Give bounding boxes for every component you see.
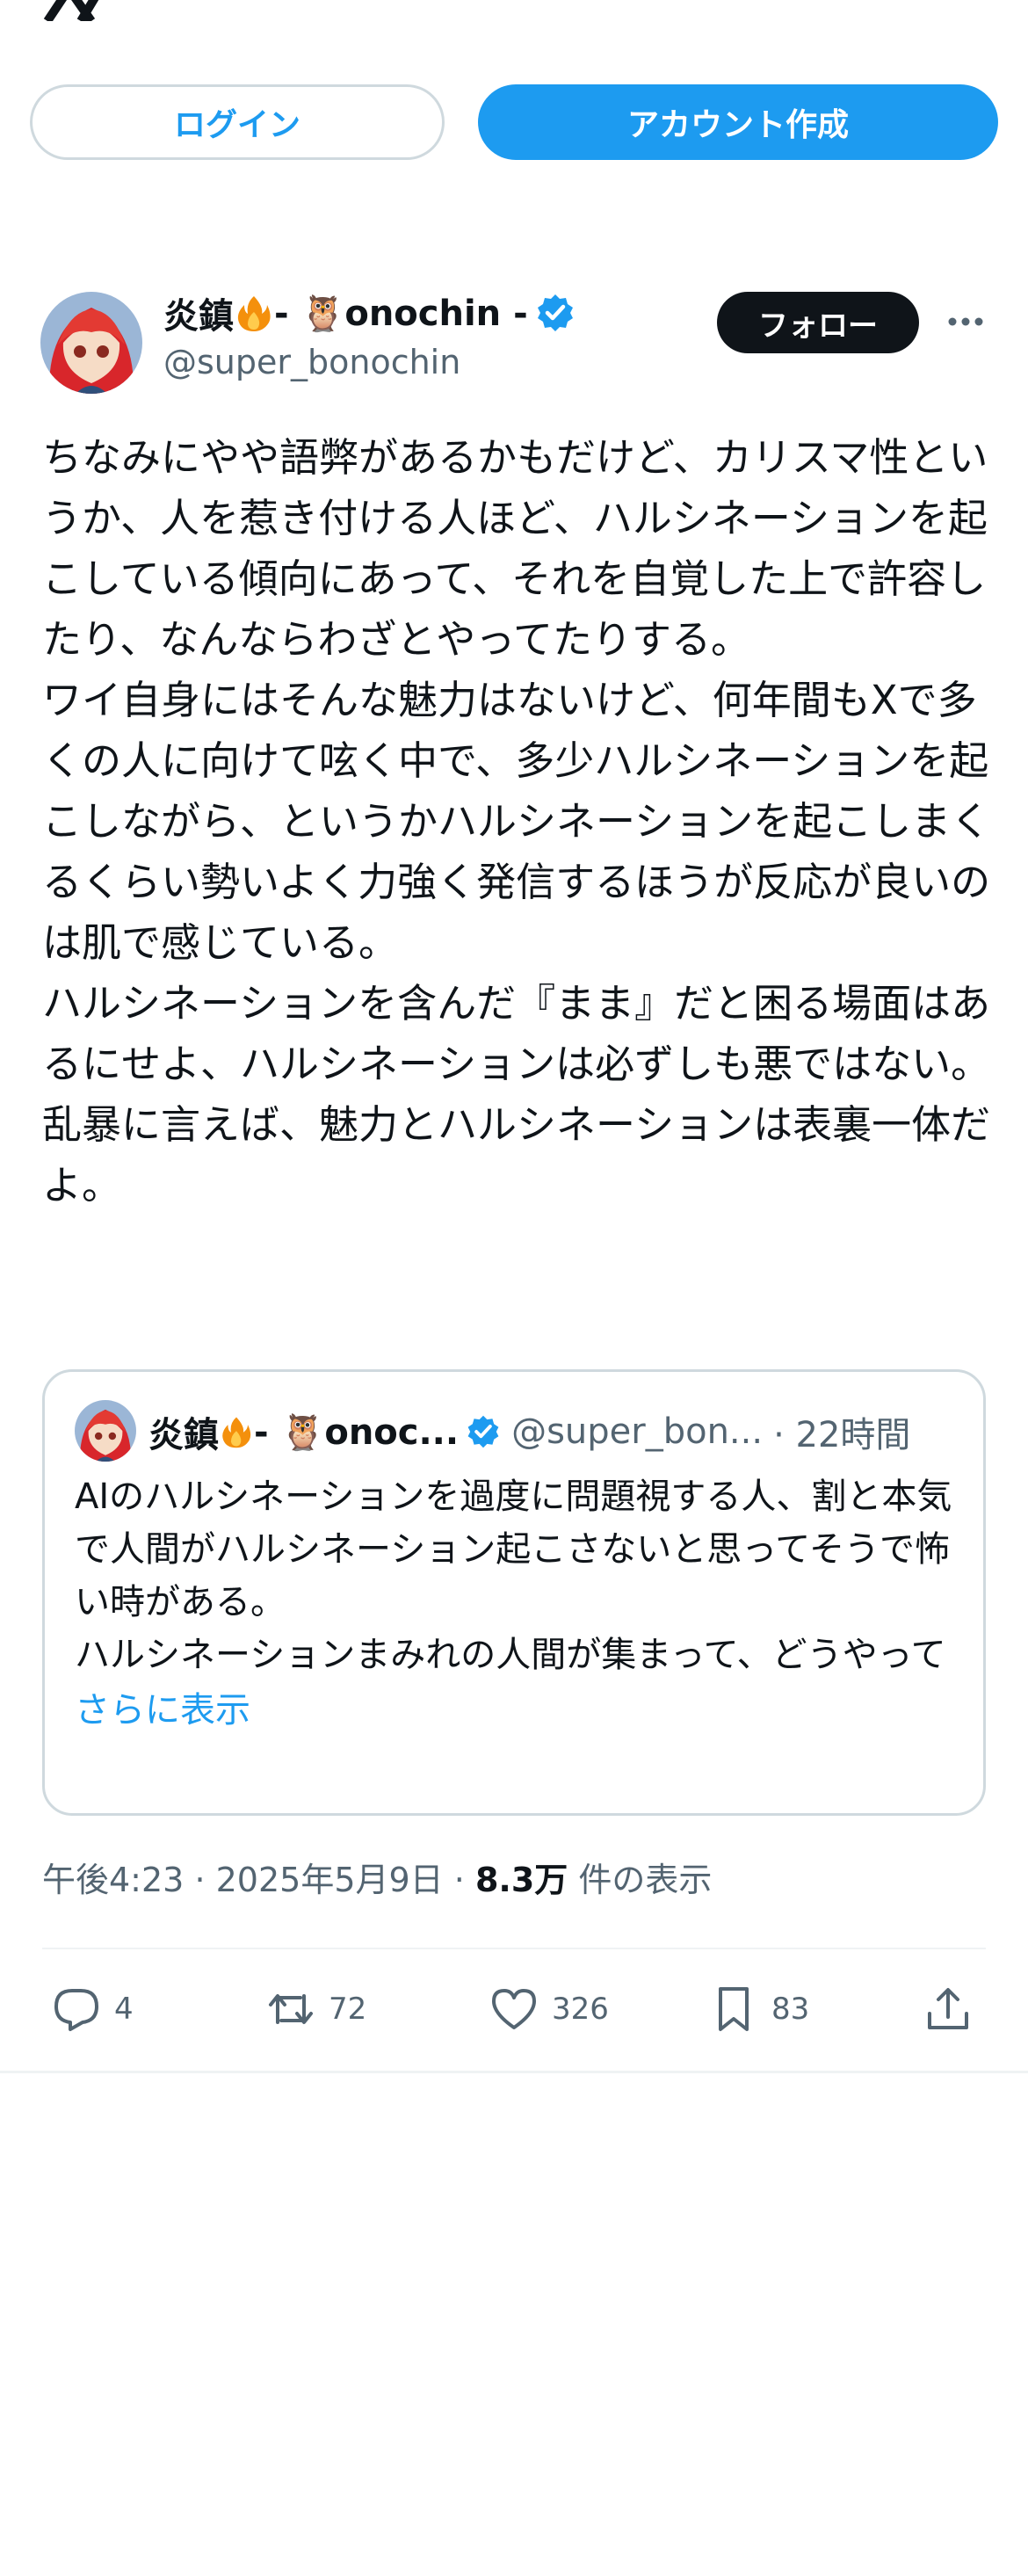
login-button[interactable]: ログイン [30, 84, 445, 160]
bookmark-button[interactable]: 83 [708, 1981, 809, 2037]
author-name[interactable]: 炎鎮 - 🦉onochin - [163, 287, 576, 339]
tweet-time[interactable]: 午後4:23 [42, 1861, 184, 1899]
author-avatar[interactable] [40, 292, 142, 394]
divider [0, 2071, 1028, 2073]
divider [42, 1948, 986, 1949]
tweet-date[interactable]: 2025年5月9日 [216, 1861, 444, 1899]
quoted-author-name-suffix: - 🦉onoc... [254, 1411, 460, 1453]
quoted-author-name-prefix: 炎鎮 [148, 1415, 219, 1455]
quoted-tweet-card[interactable]: 炎鎮 - 🦉onoc... @super_bon... · 22時間 AIのハル… [42, 1369, 986, 1816]
bookmark-count: 83 [771, 1992, 810, 2027]
reply-button[interactable]: 4 [51, 1981, 134, 2037]
tweet-text: ちなみにやや語弊があるかもだけど、カリスマ性というか、人を惹き付ける人ほど、ハル… [42, 434, 991, 1208]
verified-badge-icon [537, 294, 573, 331]
share-button[interactable] [923, 1981, 986, 2037]
views-count: 8.3万 [474, 1861, 568, 1899]
follow-button[interactable]: フォロー [717, 292, 919, 353]
quoted-author-handle: @super_bon... [511, 1411, 764, 1452]
tweet-meta: 午後4:23 · 2025年5月9日 · 8.3万 件の表示 [42, 1853, 712, 1901]
reply-count: 4 [114, 1992, 134, 2027]
bookmark-icon [719, 1987, 749, 2031]
author-name-suffix: - 🦉onochin - [274, 293, 528, 334]
quoted-tweet-time: · 22時間 [773, 1415, 911, 1455]
x-logo-icon[interactable] [42, 0, 104, 21]
author-name-prefix: 炎鎮 [163, 296, 234, 337]
quoted-author-avatar [75, 1400, 136, 1462]
reply-icon [54, 1989, 98, 2031]
author-handle[interactable]: @super_bonochin [163, 343, 460, 381]
create-account-button[interactable]: アカウント作成 [478, 84, 998, 160]
more-options-icon[interactable] [945, 304, 986, 339]
retweet-icon [269, 1994, 313, 2024]
meta-separator: · [194, 1861, 216, 1899]
like-count: 326 [552, 1992, 609, 2027]
quoted-tweet-text: AIのハルシネーションを過度に問題視する人、割と本気で人間がハルシネーション起こ… [75, 1477, 952, 1675]
retweet-button[interactable]: 72 [265, 1981, 366, 2037]
like-button[interactable]: 326 [489, 1981, 609, 2037]
views-label: 件の表示 [578, 1861, 713, 1899]
meta-separator: · [453, 1861, 475, 1899]
heart-icon [492, 1989, 536, 2029]
verified-badge-icon [467, 1415, 499, 1448]
share-icon [928, 1988, 968, 2029]
fire-icon [237, 296, 271, 331]
show-more-link[interactable]: さらに表示 [75, 1681, 250, 1732]
quoted-tweet-header: 炎鎮 - 🦉onoc... @super_bon... · 22時間 [148, 1404, 957, 1460]
fire-icon [222, 1417, 251, 1448]
retweet-count: 72 [329, 1992, 367, 2027]
